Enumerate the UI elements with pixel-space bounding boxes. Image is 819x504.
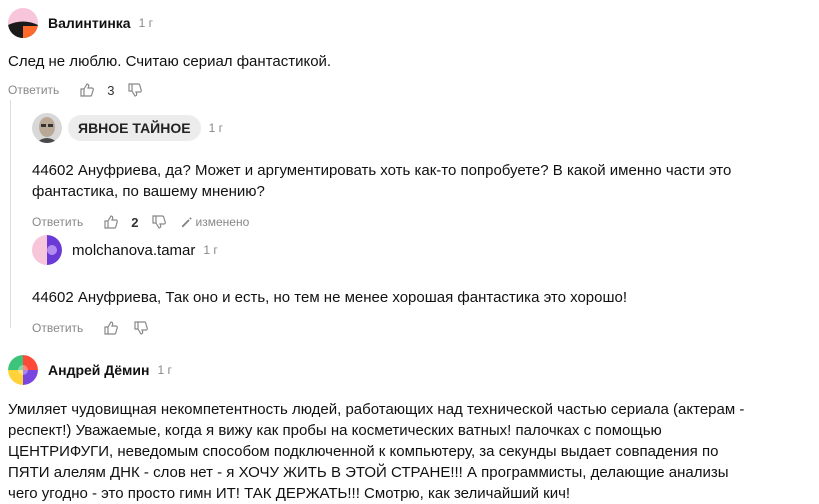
timestamp: 1 г: [138, 16, 153, 30]
timestamp: 1 г: [208, 121, 223, 135]
comment-valintinka: Валинтинка 1 г След не люблю. Считаю сер…: [8, 8, 808, 98]
comment-molchanova: molchanova.tamar 1 г 44602 Ануфриева, Та…: [32, 235, 812, 336]
thumb-up-icon[interactable]: [103, 214, 119, 230]
avatar[interactable]: [32, 113, 62, 143]
author-name[interactable]: molchanova.tamar: [72, 242, 195, 259]
reply-button[interactable]: Ответить: [32, 215, 83, 229]
comment-text: След не люблю. Считаю сериал фантастикой…: [8, 53, 332, 70]
thumb-down-icon[interactable]: [127, 82, 143, 98]
author-name[interactable]: Валинтинка: [48, 15, 131, 31]
like-count: 3: [107, 82, 115, 98]
reply-button[interactable]: Ответить: [32, 321, 83, 335]
reply-button[interactable]: Ответить: [8, 83, 59, 97]
thread-line: [10, 100, 11, 328]
comment-text: 44602 Ануфриева, Так оно и есть, но тем …: [32, 289, 628, 306]
pencil-icon: [181, 216, 192, 227]
like-count: 2: [131, 214, 139, 230]
thumb-down-icon[interactable]: [151, 214, 167, 230]
avatar[interactable]: [32, 235, 62, 265]
thumb-up-icon[interactable]: [103, 320, 119, 336]
timestamp: 1 г: [157, 363, 172, 377]
avatar[interactable]: [8, 355, 38, 385]
edited-indicator: изменено: [181, 215, 250, 229]
thumb-down-icon[interactable]: [133, 320, 149, 336]
edited-label: изменено: [195, 215, 250, 229]
author-name[interactable]: ЯВНОЕ ТАЙНОЕ: [68, 115, 201, 141]
author-name[interactable]: Андрей Дёмин: [48, 362, 149, 378]
thumb-up-icon[interactable]: [79, 82, 95, 98]
comment-andrey-demin: Андрей Дёмин 1 г Умиляет чудовищная неко…: [8, 355, 808, 504]
timestamp: 1 г: [203, 243, 218, 257]
avatar[interactable]: [8, 8, 38, 38]
comment-text: 44602 Ануфриева, да? Может и аргументиро…: [32, 162, 732, 200]
comment-text: Умиляет чудовищная некомпетентность люде…: [8, 401, 745, 502]
comment-yavnoe-tainoe: ЯВНОЕ ТАЙНОЕ 1 г 44602 Ануфриева, да? Мо…: [32, 113, 812, 230]
